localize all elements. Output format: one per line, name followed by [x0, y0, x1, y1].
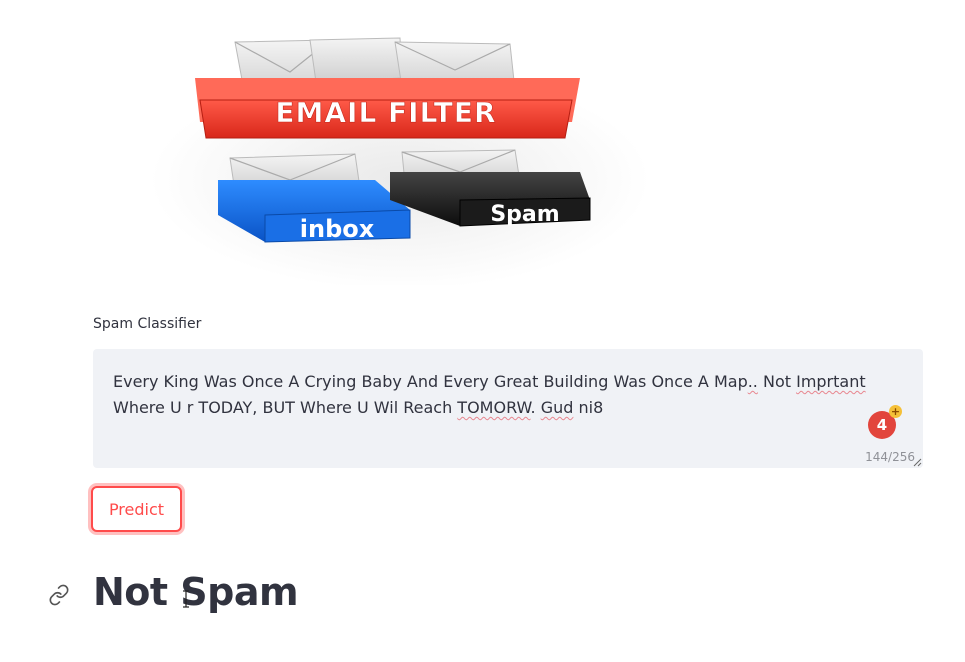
link-icon[interactable]	[48, 584, 70, 606]
email-filter-box: EMAIL FILTER	[195, 78, 580, 139]
message-text-area[interactable]: Every King Was Once A Crying Baby And Ev…	[93, 349, 923, 468]
text-cursor-icon	[183, 590, 189, 608]
resize-handle-icon[interactable]	[913, 458, 922, 467]
spam-text: Spam	[490, 202, 559, 227]
predict-button[interactable]: Predict	[91, 486, 182, 532]
streamlit-app: EMAIL FILTER inbox Spam Spam Classifier …	[0, 0, 965, 662]
spellcheck-word: Imprtant	[796, 372, 866, 391]
spellcheck-word: ..	[747, 372, 758, 391]
text-segment: ni8	[573, 398, 604, 417]
result-heading: Not Spam	[93, 570, 299, 614]
grammarly-plus-icon: +	[889, 405, 902, 418]
text-segment: Every King Was Once A Crying Baby And Ev…	[113, 372, 748, 391]
text-segment: Not	[757, 372, 797, 391]
spellcheck-word: Gud	[540, 398, 574, 417]
text-area-label: Spam Classifier	[93, 316, 202, 332]
char-counter: 144/256	[865, 450, 915, 464]
grammarly-count: 4	[876, 416, 888, 434]
inbox-text: inbox	[300, 215, 375, 243]
spellcheck-word: TOMORW	[457, 398, 531, 417]
email-filter-illustration: EMAIL FILTER inbox Spam	[150, 37, 650, 285]
grammarly-icon[interactable]: 4 +	[868, 405, 902, 439]
text-segment: .	[530, 398, 541, 417]
banner-text: EMAIL FILTER	[275, 96, 496, 129]
message-text[interactable]: Every King Was Once A Crying Baby And Ev…	[113, 369, 913, 421]
